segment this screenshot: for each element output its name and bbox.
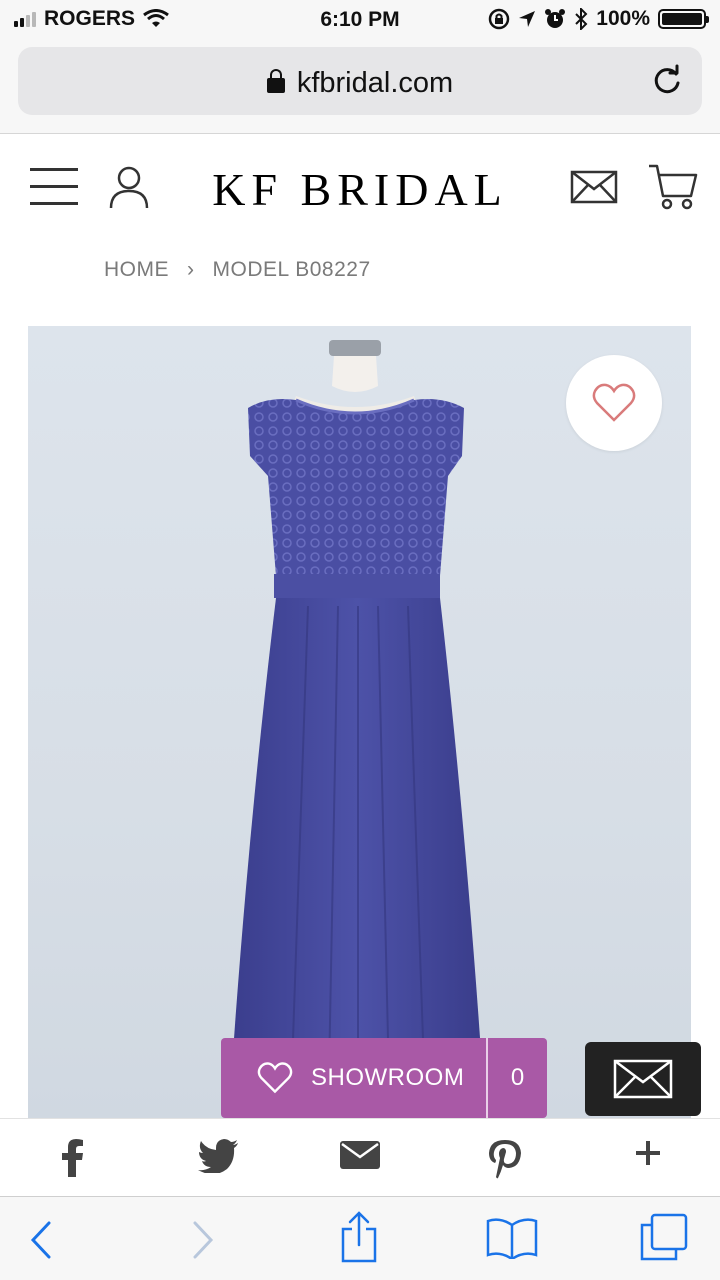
site-header: KF BRIDAL [0, 135, 720, 240]
showroom-button[interactable]: SHOWROOM 0 [221, 1038, 547, 1118]
address-bar[interactable]: kfbridal.com [18, 47, 702, 115]
share-icon[interactable] [340, 1211, 378, 1268]
heart-icon [257, 1062, 293, 1094]
contact-button[interactable] [585, 1042, 701, 1116]
cart-icon[interactable] [648, 163, 698, 211]
twitter-icon[interactable] [198, 1139, 238, 1178]
share-bar [0, 1118, 720, 1196]
browser-toolbar [0, 1196, 720, 1280]
lock-icon [266, 69, 285, 93]
reload-icon[interactable] [650, 64, 684, 98]
battery-percent: 100% [596, 7, 650, 30]
location-icon [519, 11, 536, 27]
bookmarks-icon[interactable] [486, 1217, 538, 1264]
breadcrumb-separator: › [187, 258, 195, 281]
heart-icon [592, 383, 636, 422]
browser-address-area: kfbridal.com [0, 40, 720, 134]
bluetooth-icon [575, 8, 588, 30]
breadcrumb-current: MODEL B08227 [212, 258, 371, 281]
plus-icon[interactable] [634, 1139, 662, 1172]
url-text: kfbridal.com [296, 67, 454, 99]
mail-icon [613, 1059, 673, 1099]
facebook-icon[interactable] [60, 1139, 84, 1182]
back-icon[interactable] [30, 1221, 52, 1264]
battery-icon [658, 9, 709, 29]
forward-icon[interactable] [192, 1221, 214, 1264]
showroom-count: 0 [510, 1064, 525, 1091]
email-share-icon[interactable] [340, 1139, 380, 1176]
status-bar: ROGERS 6:10 PM 100% [0, 0, 720, 40]
product-image[interactable] [28, 326, 691, 1126]
pinterest-icon[interactable] [488, 1139, 522, 1184]
rotation-lock-icon [489, 8, 510, 30]
dress-illustration [228, 340, 486, 1126]
favorite-button[interactable] [566, 355, 662, 451]
alarm-icon [545, 9, 566, 28]
mail-icon[interactable] [570, 170, 618, 204]
breadcrumb: HOME › MODEL B08227 [104, 258, 371, 282]
tabs-icon[interactable] [640, 1213, 688, 1266]
breadcrumb-home[interactable]: HOME [104, 258, 169, 282]
showroom-label: SHOWROOM [311, 1064, 465, 1091]
